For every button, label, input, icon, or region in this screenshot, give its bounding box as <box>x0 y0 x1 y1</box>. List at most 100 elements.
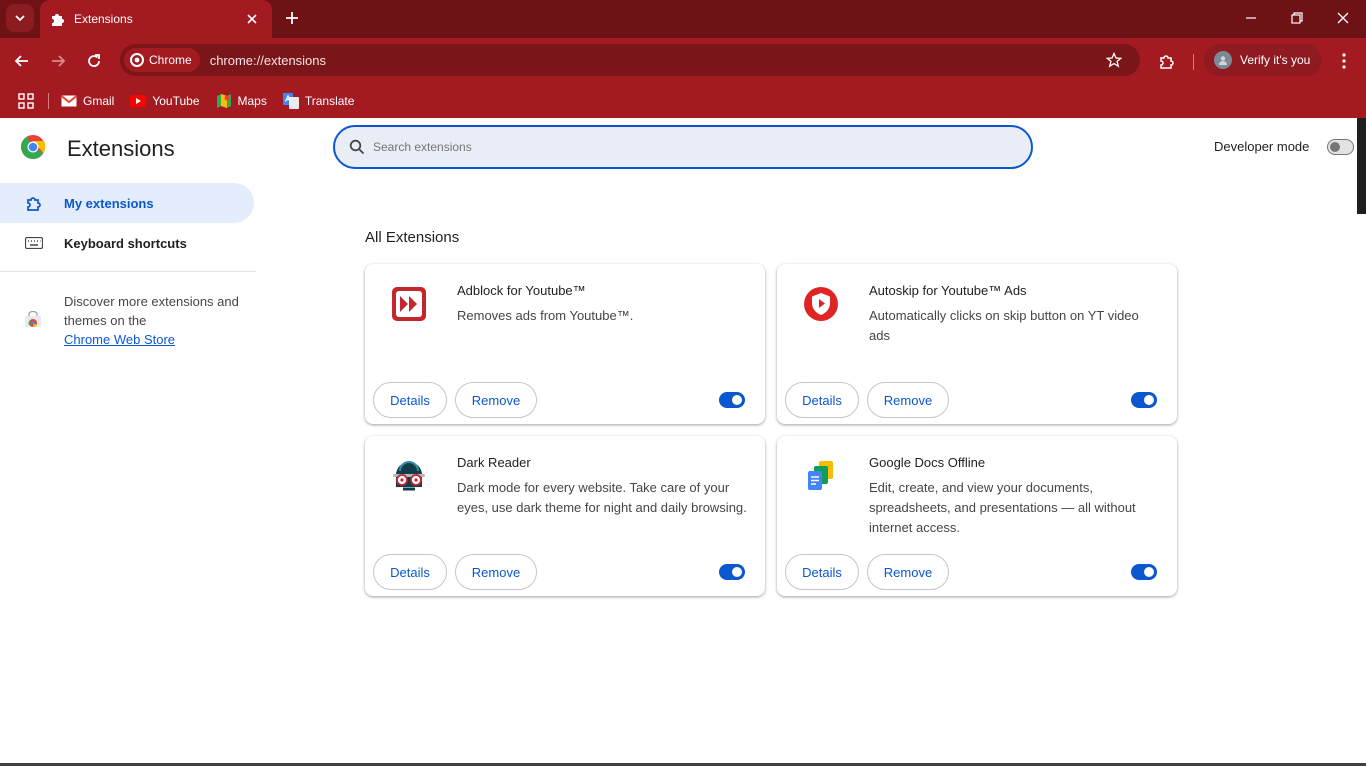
profile-button[interactable]: Verify it's you <box>1204 44 1322 76</box>
forward-button[interactable] <box>45 48 71 74</box>
google-docs-icon <box>801 456 841 496</box>
developer-mode-toggle[interactable] <box>1327 139 1354 155</box>
site-chip[interactable]: Chrome <box>124 48 200 72</box>
extension-enable-toggle[interactable] <box>719 564 745 580</box>
details-button[interactable]: Details <box>785 382 859 418</box>
bookmark-translate[interactable]: Translate <box>282 93 355 109</box>
extension-enable-toggle[interactable] <box>1131 564 1157 580</box>
remove-button[interactable]: Remove <box>867 382 949 418</box>
extension-enable-toggle[interactable] <box>719 392 745 408</box>
adblock-icon <box>389 284 429 324</box>
page-title: Extensions <box>67 136 175 161</box>
store-promo-text: Discover more extensions and themes on t… <box>64 294 239 328</box>
reload-button[interactable] <box>81 48 107 74</box>
tab-search-button[interactable] <box>6 4 34 32</box>
bookmark-youtube[interactable]: YouTube <box>130 93 200 109</box>
store-promo: Discover more extensions and themes on t… <box>64 292 244 349</box>
site-chip-label: Chrome <box>149 53 192 67</box>
page-scrollbar[interactable] <box>1357 118 1366 214</box>
tab-extensions[interactable]: Extensions <box>40 0 272 38</box>
close-window-button[interactable] <box>1331 6 1355 30</box>
gmail-icon <box>61 93 77 109</box>
chrome-menu-button[interactable] <box>1334 48 1354 74</box>
sidebar-divider <box>0 271 256 272</box>
bookmark-gmail[interactable]: Gmail <box>61 93 114 109</box>
extension-description: Removes ads from Youtube™. <box>457 308 634 323</box>
more-vert-icon <box>1342 53 1346 69</box>
url-text[interactable]: chrome://extensions <box>210 53 1102 68</box>
translate-icon <box>282 93 299 109</box>
details-button[interactable]: Details <box>373 554 447 590</box>
toggle-knob <box>732 567 742 577</box>
bookmark-label: YouTube <box>152 94 200 108</box>
toolbar: Chrome chrome://extensions Verify it's y… <box>0 38 1366 84</box>
new-tab-button[interactable] <box>280 6 304 30</box>
chrome-web-store-icon <box>25 311 41 328</box>
details-button[interactable]: Details <box>785 554 859 590</box>
arrow-left-icon <box>14 55 28 67</box>
extension-name: Adblock for Youtube™ <box>457 283 586 298</box>
apps-grid-icon[interactable] <box>18 93 34 109</box>
keyboard-icon <box>24 233 44 253</box>
close-icon <box>1337 12 1349 24</box>
chrome-logo-icon <box>20 135 46 159</box>
extension-card-google-docs-offline: Google Docs Offline Edit, create, and vi… <box>777 436 1177 596</box>
search-icon <box>349 139 365 155</box>
sidebar-item-keyboard-shortcuts[interactable]: Keyboard shortcuts <box>0 223 254 263</box>
tab-strip: Extensions <box>0 0 1366 38</box>
minimize-button[interactable] <box>1239 6 1263 30</box>
remove-button[interactable]: Remove <box>867 554 949 590</box>
toggle-knob <box>732 395 742 405</box>
sidebar-item-label: My extensions <box>64 195 154 211</box>
remove-button[interactable]: Remove <box>455 382 537 418</box>
bookmarks-bar: Gmail YouTube Maps Translate <box>0 84 1366 118</box>
reload-icon <box>88 54 100 67</box>
extensions-page: Extensions Developer mode My extensions … <box>0 118 1366 766</box>
search-extensions-box[interactable] <box>333 125 1033 169</box>
bookmark-maps[interactable]: Maps <box>216 93 267 109</box>
youtube-icon <box>130 93 147 109</box>
extension-description: Edit, create, and view your documents, s… <box>869 480 1136 535</box>
address-bar[interactable]: Chrome chrome://extensions <box>120 44 1140 76</box>
minimize-icon <box>1246 17 1256 19</box>
extension-name: Google Docs Offline <box>869 455 986 470</box>
avatar <box>1214 51 1232 69</box>
details-button[interactable]: Details <box>373 382 447 418</box>
toggle-knob <box>1330 142 1340 152</box>
arrow-right-icon <box>52 55 66 67</box>
extension-description: Automatically clicks on skip button on Y… <box>869 308 1139 343</box>
bookmark-label: Gmail <box>83 94 115 108</box>
extensions-button[interactable] <box>1154 48 1180 74</box>
puzzle-icon <box>1160 55 1174 69</box>
search-input[interactable] <box>373 140 973 154</box>
extension-card-adblock: Adblock for Youtube™ Removes ads from Yo… <box>365 264 765 424</box>
developer-mode-label: Developer mode <box>1214 139 1310 154</box>
chrome-logo-icon <box>130 53 144 67</box>
restore-icon <box>1291 12 1303 24</box>
puzzle-icon <box>24 193 44 213</box>
maps-icon <box>216 93 232 109</box>
puzzle-icon <box>50 11 66 27</box>
back-button[interactable] <box>9 48 35 74</box>
dark-reader-icon <box>389 456 429 496</box>
extension-card-autoskip: Autoskip for Youtube™ Ads Automatically … <box>777 264 1177 424</box>
extension-description: Dark mode for every website. Take care o… <box>457 480 747 515</box>
bookmark-star-icon[interactable] <box>1102 48 1126 72</box>
chevron-down-icon <box>15 15 25 22</box>
autoskip-shield-icon <box>801 284 841 324</box>
extension-card-dark-reader: Dark Reader Dark mode for every website.… <box>365 436 765 596</box>
restore-button[interactable] <box>1285 6 1309 30</box>
chrome-web-store-link[interactable]: Chrome Web Store <box>64 332 175 347</box>
extension-name: Autoskip for Youtube™ Ads <box>869 283 1027 298</box>
toggle-knob <box>1144 567 1154 577</box>
extension-name: Dark Reader <box>457 455 531 470</box>
remove-button[interactable]: Remove <box>455 554 537 590</box>
bookmarks-divider <box>48 93 49 109</box>
bookmark-label: Translate <box>304 94 355 108</box>
sidebar-item-label: Keyboard shortcuts <box>64 235 187 251</box>
extension-enable-toggle[interactable] <box>1131 392 1157 408</box>
close-tab-icon[interactable] <box>242 9 262 29</box>
sidebar-item-my-extensions[interactable]: My extensions <box>0 183 254 223</box>
toggle-knob <box>1144 395 1154 405</box>
tab-title: Extensions <box>74 12 133 26</box>
